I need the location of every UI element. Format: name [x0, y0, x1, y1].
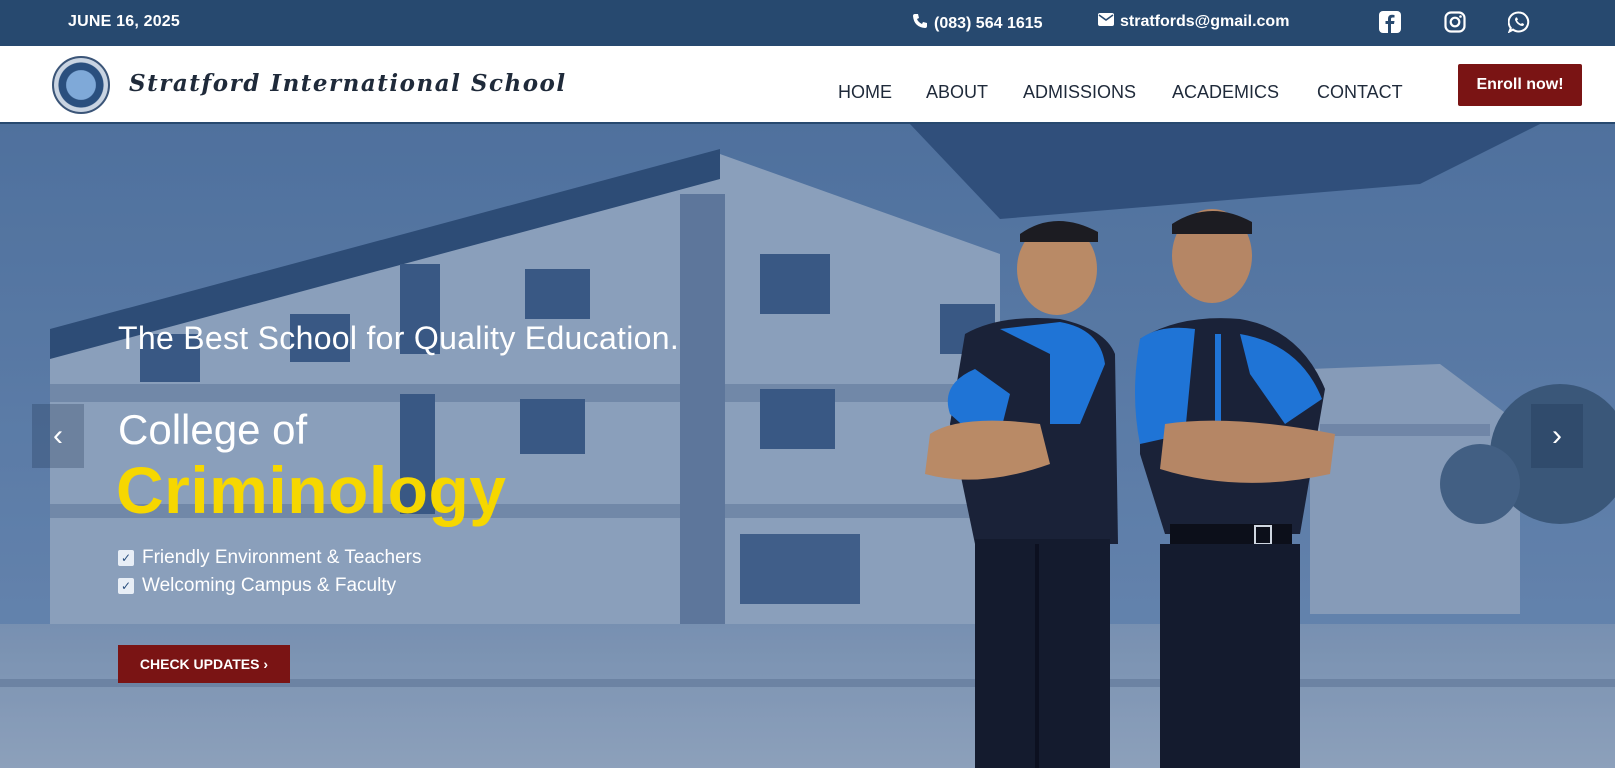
hero-slider: The Best School for Quality Education. C…: [0, 124, 1615, 768]
hero-tagline: The Best School for Quality Education.: [118, 320, 680, 356]
phone-number: (083) 564 1615: [934, 14, 1043, 32]
check-updates-label: CHECK UPDATES: [139, 656, 260, 672]
facebook-icon[interactable]: [1378, 10, 1402, 34]
checkbox-icon: ✓: [118, 578, 134, 594]
chevron-right-icon: ›: [1552, 419, 1562, 452]
enroll-now-button[interactable]: Enroll now!: [1458, 64, 1582, 106]
nav-about[interactable]: ABOUT: [926, 82, 988, 103]
feature-list: ✓ Friendly Environment & Teachers ✓ Welc…: [118, 544, 422, 600]
check-updates-button[interactable]: CHECK UPDATES ›: [118, 645, 290, 683]
slider-next-button[interactable]: ›: [1531, 404, 1583, 468]
feature-item: ✓ Friendly Environment & Teachers: [118, 544, 422, 572]
top-info-bar: JUNE 16, 2025 (083) 564 1615 stratfords@…: [0, 0, 1615, 46]
feature-text: Welcoming Campus & Faculty: [142, 575, 397, 596]
nav-home[interactable]: HOME: [838, 82, 892, 103]
envelope-icon: [1098, 13, 1114, 31]
whatsapp-icon[interactable]: [1507, 10, 1531, 34]
slider-prev-button[interactable]: ‹: [32, 404, 84, 468]
email-contact[interactable]: stratfords@gmail.com: [1098, 13, 1289, 31]
feature-item: ✓ Welcoming Campus & Faculty: [118, 572, 422, 600]
chevron-right-icon: ›: [263, 656, 269, 672]
hero-program-title: Criminology: [116, 453, 507, 527]
instagram-icon[interactable]: [1443, 10, 1467, 34]
phone-icon: [912, 13, 928, 34]
nav-admissions[interactable]: ADMISSIONS: [1023, 82, 1136, 103]
current-date: JUNE 16, 2025: [68, 13, 181, 30]
feature-text: Friendly Environment & Teachers: [142, 547, 422, 568]
hero-college-prefix: College of: [118, 406, 308, 453]
school-logo[interactable]: [52, 56, 110, 114]
main-navbar: Stratford International School HOME ABOU…: [0, 46, 1615, 124]
nav-academics[interactable]: ACADEMICS: [1172, 82, 1279, 103]
nav-contact[interactable]: CONTACT: [1317, 82, 1403, 103]
school-name[interactable]: Stratford International School: [129, 70, 567, 97]
chevron-left-icon: ‹: [53, 419, 63, 452]
checkbox-icon: ✓: [118, 550, 134, 566]
email-address: stratfords@gmail.com: [1120, 13, 1290, 30]
phone-contact[interactable]: (083) 564 1615: [912, 13, 1043, 34]
